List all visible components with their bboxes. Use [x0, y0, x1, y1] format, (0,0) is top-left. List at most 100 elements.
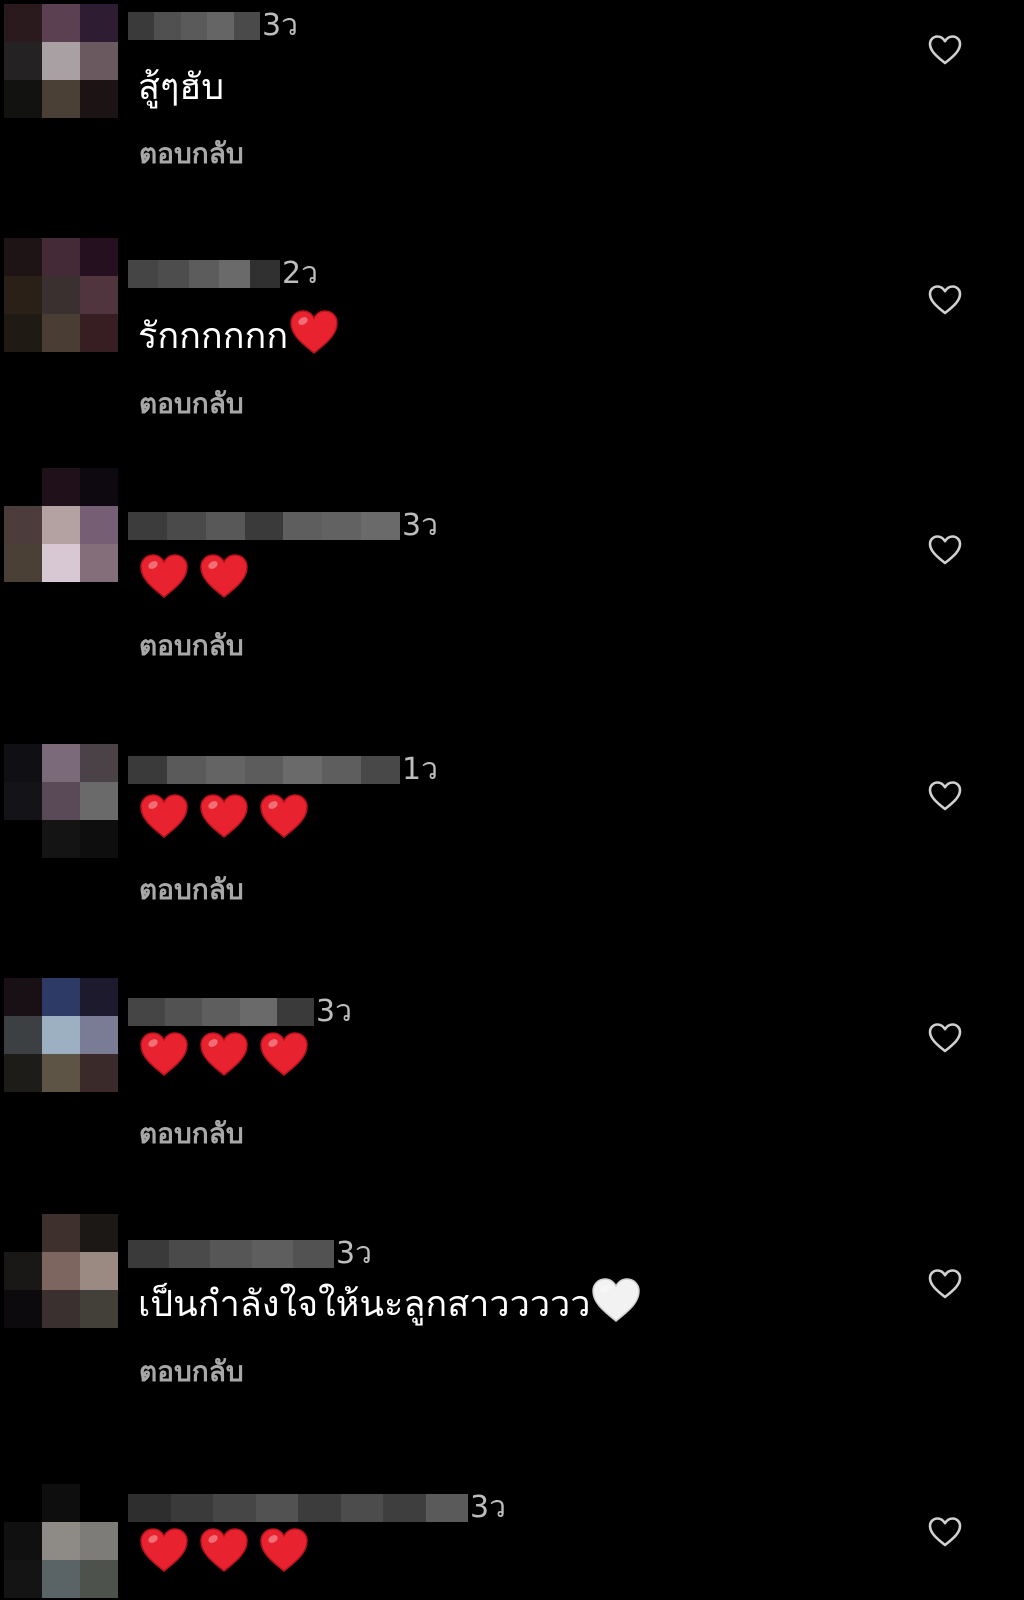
comment-meta: 1ว	[128, 752, 438, 788]
username-pixel	[207, 12, 234, 40]
username-redacted[interactable]	[128, 1494, 468, 1522]
username-pixel	[249, 260, 280, 288]
avatar-pixel	[42, 1484, 80, 1522]
username-redacted[interactable]	[128, 998, 314, 1026]
username-pixel	[128, 1494, 171, 1522]
username-pixel	[219, 260, 250, 288]
username-pixel	[158, 260, 189, 288]
avatar-pixel	[80, 1054, 118, 1092]
username-pixel	[244, 756, 284, 784]
username-pixel	[128, 756, 167, 784]
avatar[interactable]	[4, 744, 118, 858]
heart-outline-icon	[928, 535, 962, 565]
comment-meta: 3ว	[128, 8, 298, 44]
comment-time: 3ว	[262, 8, 298, 43]
username-pixel	[169, 1240, 211, 1268]
avatar-pixel	[42, 782, 80, 820]
username-redacted[interactable]	[128, 260, 280, 288]
username-pixel	[213, 1494, 256, 1522]
reply-button[interactable]: ตอบกลับ	[139, 386, 244, 422]
username-redacted[interactable]	[128, 512, 400, 540]
like-button[interactable]	[928, 1516, 962, 1548]
avatar-pixel	[80, 238, 118, 276]
avatar-pixel	[4, 1252, 42, 1290]
username-pixel	[283, 512, 323, 540]
red-heart-emoji	[138, 554, 198, 601]
heart-outline-icon	[928, 35, 962, 65]
username-pixel	[202, 998, 240, 1026]
avatar[interactable]	[4, 978, 118, 1092]
avatar-pixel	[4, 4, 42, 42]
avatar-pixel	[42, 1016, 80, 1054]
like-button[interactable]	[928, 1268, 962, 1300]
avatar-pixel	[42, 276, 80, 314]
avatar[interactable]	[4, 1484, 118, 1598]
heart-outline-icon	[928, 781, 962, 811]
username-pixel	[233, 12, 260, 40]
like-button[interactable]	[928, 284, 962, 316]
avatar[interactable]	[4, 4, 118, 118]
avatar-pixel	[4, 238, 42, 276]
red-heart-emoji	[138, 1528, 198, 1575]
avatar-pixel	[80, 782, 118, 820]
avatar-pixel	[80, 1560, 118, 1598]
username-pixel	[166, 756, 206, 784]
avatar-pixel	[80, 820, 118, 858]
comment-time: 3ว	[336, 1236, 372, 1271]
avatar-pixel	[42, 1522, 80, 1560]
comment-text	[138, 1030, 318, 1084]
avatar-pixel	[80, 42, 118, 80]
avatar-pixel	[80, 1290, 118, 1328]
avatar-pixel	[80, 744, 118, 782]
red-heart-emoji	[198, 1032, 258, 1079]
username-pixel	[128, 998, 166, 1026]
avatar[interactable]	[4, 1214, 118, 1328]
username-pixel	[166, 512, 206, 540]
avatar-pixel	[80, 468, 118, 506]
avatar-pixel	[80, 1522, 118, 1560]
avatar-pixel	[42, 978, 80, 1016]
reply-button[interactable]: ตอบกลับ	[139, 1116, 244, 1152]
username-redacted[interactable]	[128, 1240, 334, 1268]
reply-button[interactable]: ตอบกลับ	[139, 872, 244, 908]
like-button[interactable]	[928, 780, 962, 812]
avatar-pixel	[80, 544, 118, 582]
avatar-pixel	[42, 1290, 80, 1328]
like-button[interactable]	[928, 34, 962, 66]
avatar[interactable]	[4, 468, 118, 582]
reply-button[interactable]: ตอบกลับ	[139, 136, 244, 172]
username-pixel	[170, 1494, 213, 1522]
avatar-pixel	[4, 820, 42, 858]
avatar-pixel	[80, 80, 118, 118]
comment-time: 1ว	[402, 752, 438, 787]
reply-button[interactable]: ตอบกลับ	[139, 1354, 244, 1390]
avatar-pixel	[80, 1484, 118, 1522]
comment-text	[138, 552, 258, 606]
avatar-pixel	[80, 506, 118, 544]
avatar-pixel	[80, 276, 118, 314]
like-button[interactable]	[928, 534, 962, 566]
username-pixel	[425, 1494, 468, 1522]
username-pixel	[361, 512, 400, 540]
username-pixel	[128, 512, 167, 540]
comment-text: สู้ๆฮับ	[138, 63, 224, 113]
username-pixel	[292, 1240, 334, 1268]
comment-meta: 3ว	[128, 1236, 372, 1272]
avatar-pixel	[42, 820, 80, 858]
username-pixel	[340, 1494, 383, 1522]
username-pixel	[276, 998, 314, 1026]
heart-outline-icon	[928, 285, 962, 315]
username-redacted[interactable]	[128, 12, 260, 40]
comment-time: 3ว	[402, 508, 438, 543]
avatar-pixel	[80, 1016, 118, 1054]
avatar-pixel	[4, 506, 42, 544]
username-redacted[interactable]	[128, 756, 400, 784]
comment-text-content: สู้ๆฮับ	[138, 67, 225, 108]
comment-text-content: เป็นกำลังใจให้นะลูกสาววววว	[138, 1284, 591, 1325]
heart-outline-icon	[928, 1517, 962, 1547]
avatar[interactable]	[4, 238, 118, 352]
reply-button[interactable]: ตอบกลับ	[139, 628, 244, 664]
avatar-pixel	[80, 1252, 118, 1290]
like-button[interactable]	[928, 1022, 962, 1054]
comment-time: 2ว	[282, 256, 318, 291]
